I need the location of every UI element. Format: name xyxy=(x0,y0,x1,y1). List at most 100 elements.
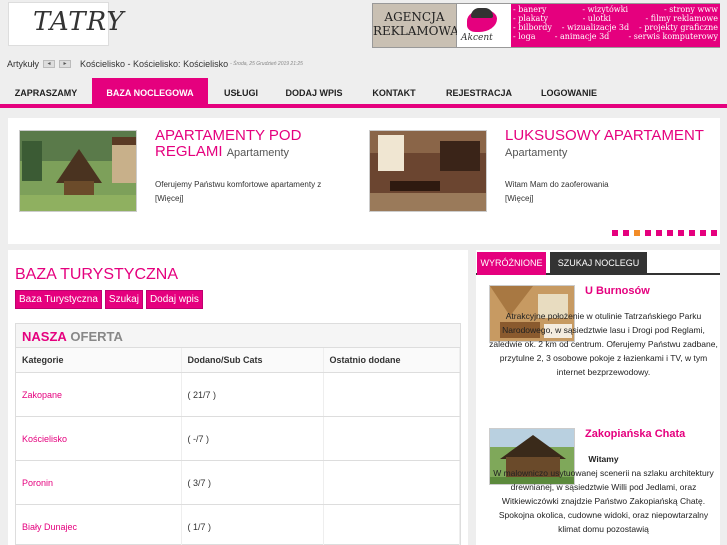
col-kategorie: Kategorie xyxy=(16,348,182,373)
nav-logowanie[interactable]: LOGOWANIE xyxy=(524,78,614,108)
nav-kontakt[interactable]: KONTAKT xyxy=(354,78,434,108)
slider-dot[interactable] xyxy=(656,230,662,236)
nav-uslugi[interactable]: USŁUGI xyxy=(208,78,274,108)
featured-slider: APARTAMENTY POD REGLAMI Apartamenty Ofer… xyxy=(8,118,720,244)
slider-dot[interactable] xyxy=(612,230,618,236)
category-last xyxy=(323,460,460,505)
breadcrumb-path[interactable]: Kościelisko - Kościelisko: xyxy=(80,59,181,69)
featured-item: Zakopiańska Chata Witamy.W malowniczo us… xyxy=(489,428,719,545)
main-content: BAZA TURYSTYCZNA Baza Turystyczna Szukaj… xyxy=(8,250,468,545)
breadcrumb-root[interactable]: Artykuły xyxy=(7,59,39,69)
nav-rejestracja[interactable]: REJESTRACJA xyxy=(434,78,524,108)
table-header-row: Kategorie Dodano/Sub Cats Ostatnio dodan… xyxy=(16,348,460,373)
ad-logo: Akcent xyxy=(457,4,511,47)
table-row: Zakopane( 21/7 ) xyxy=(16,372,460,417)
dodaj-wpis-button[interactable]: Dodaj wpis xyxy=(145,290,203,309)
ad-row: - plakaty - ulotki - filmy reklamowe xyxy=(513,14,718,23)
nav-zapraszamy[interactable]: ZAPRASZAMY xyxy=(0,78,92,108)
logo-text: TATRY xyxy=(33,7,125,37)
nav-dodaj-wpis[interactable]: DODAJ WPIS xyxy=(274,78,354,108)
featured-title[interactable]: U Burnosów xyxy=(585,285,650,297)
page-title: BAZA TURYSTYCZNA xyxy=(15,266,178,283)
tab-wyroznione[interactable]: WYRÓŻNIONE xyxy=(477,252,546,275)
ad-item: - bilbordy xyxy=(513,23,552,32)
offer-heading: NASZA OFERTA xyxy=(16,324,460,348)
slider-dot[interactable] xyxy=(700,230,706,236)
slide-item[interactable]: LUKSUSOWY APARTAMENT Apartamenty Witam M… xyxy=(369,128,709,228)
table-row: Kościelisko( -/7 ) xyxy=(16,416,460,461)
ad-item: - ulotki xyxy=(582,14,611,23)
offer-heading-rest: OFERTA xyxy=(70,329,123,344)
ad-item: - strony www xyxy=(664,5,718,14)
prev-arrow-icon[interactable]: ◂ xyxy=(43,60,56,68)
breadcrumb-current: Kościelisko xyxy=(183,59,229,69)
ad-brand: Akcent xyxy=(461,33,493,43)
category-link[interactable]: Kościelisko xyxy=(16,416,182,461)
ad-item: - serwis komputerowy xyxy=(628,32,718,41)
category-link[interactable]: Zakopane xyxy=(16,372,182,417)
ad-item: - animacje 3d xyxy=(554,32,610,41)
category-count: ( -/7 ) xyxy=(181,416,324,461)
col-ostatnio: Ostatnio dodane xyxy=(323,348,460,373)
slider-dot[interactable] xyxy=(711,230,717,236)
sidebar: WYRÓŻNIONE SZUKAJ NOCLEGU U Burnosów Atr… xyxy=(476,250,720,545)
slide-title[interactable]: LUKSUSOWY APARTAMENT Apartamenty xyxy=(505,128,705,161)
ad-row: - loga - animacje 3d - serwis komputerowy xyxy=(513,32,718,41)
ad-item: - wizytówki xyxy=(582,5,629,14)
slider-dot[interactable] xyxy=(667,230,673,236)
ad-hat-icon xyxy=(471,8,493,18)
offer-heading-bold: NASZA xyxy=(22,329,67,344)
ad-services: - banery - wizytówki - strony www - plakat… xyxy=(511,4,720,47)
table-row: Biały Dunajec( 1/7 ) xyxy=(16,504,460,545)
slide-photo[interactable] xyxy=(369,130,487,212)
tab-szukaj-noclegu[interactable]: SZUKAJ NOCLEGU xyxy=(550,252,647,275)
slide-category: Apartamenty xyxy=(505,147,568,159)
ad-row: - banery - wizytówki - strony www xyxy=(513,5,718,14)
category-last xyxy=(323,372,460,417)
szukaj-button[interactable]: Szukaj xyxy=(104,290,143,309)
slide-title[interactable]: APARTAMENTY POD REGLAMI Apartamenty xyxy=(155,128,355,161)
slide-item[interactable]: APARTAMENTY POD REGLAMI Apartamenty Ofer… xyxy=(19,128,359,228)
breadcrumb: Artykuły ◂ ▸ Kościelisko - Kościelisko: … xyxy=(7,59,303,69)
ad-banner[interactable]: AGENCJA REKLAMOWA Akcent - banery - wizyt… xyxy=(372,3,720,48)
ad-item: - loga xyxy=(513,32,536,41)
slider-dot[interactable] xyxy=(645,230,651,236)
category-link[interactable]: Biały Dunajec xyxy=(16,504,182,545)
slide-category: Apartamenty xyxy=(226,147,290,159)
slide-desc: Witam Mam do zaoferowania xyxy=(505,180,609,189)
nav-baza-noclegowa[interactable]: BAZA NOCLEGOWA xyxy=(92,78,208,108)
slider-dot[interactable] xyxy=(623,230,629,236)
ad-item: - projekty graficzne xyxy=(639,23,718,32)
header: TATRY AGENCJA REKLAMOWA Akcent - banery -… xyxy=(0,0,727,78)
slider-dot[interactable] xyxy=(678,230,684,236)
main-nav: ZAPRASZAMY BAZA NOCLEGOWA USŁUGI DODAJ W… xyxy=(0,78,727,108)
category-link[interactable]: Poronin xyxy=(16,460,182,505)
featured-body: W malowniczo usytuowanej scenerii na szl… xyxy=(493,468,714,534)
slide-more-link[interactable]: [Więcej] xyxy=(505,194,533,203)
ad-agency-label: AGENCJA REKLAMOWA xyxy=(373,4,459,47)
featured-lead: Witamy xyxy=(588,454,619,464)
ad-line-1: AGENCJA xyxy=(384,10,445,24)
category-count: ( 3/7 ) xyxy=(181,460,324,505)
category-last xyxy=(323,416,460,461)
slide-photo[interactable] xyxy=(19,130,137,212)
category-count: ( 21/7 ) xyxy=(181,372,324,417)
slide-more-link[interactable]: [Więcej] xyxy=(155,194,183,203)
ad-item: - wizualizacje 3d xyxy=(561,23,630,32)
category-count: ( 1/7 ) xyxy=(181,504,324,545)
slider-dot[interactable] xyxy=(634,230,640,236)
ad-item: - filmy reklamowe xyxy=(645,14,718,23)
next-arrow-icon[interactable]: ▸ xyxy=(59,60,72,68)
ad-line-2: REKLAMOWA xyxy=(373,24,459,38)
sidebar-tabs: WYRÓŻNIONE SZUKAJ NOCLEGU xyxy=(476,252,720,275)
featured-title[interactable]: Zakopiańska Chata xyxy=(585,428,685,440)
category-table: Kategorie Dodano/Sub Cats Ostatnio dodan… xyxy=(16,348,460,545)
ad-row: - bilbordy - wizualizacje 3d - projekty gr… xyxy=(513,23,718,32)
category-last xyxy=(323,504,460,545)
baza-turystyczna-button[interactable]: Baza Turystyczna xyxy=(15,290,102,309)
slide-desc: Oferujemy Państwu komfortowe apartamenty… xyxy=(155,180,322,189)
featured-item: U Burnosów Atrakcyjne położenie w otulin… xyxy=(489,285,719,415)
featured-text: Atrakcyjne położenie w otulinie Tatrzańs… xyxy=(489,311,718,377)
site-logo[interactable]: TATRY xyxy=(8,2,124,46)
slider-dot[interactable] xyxy=(689,230,695,236)
